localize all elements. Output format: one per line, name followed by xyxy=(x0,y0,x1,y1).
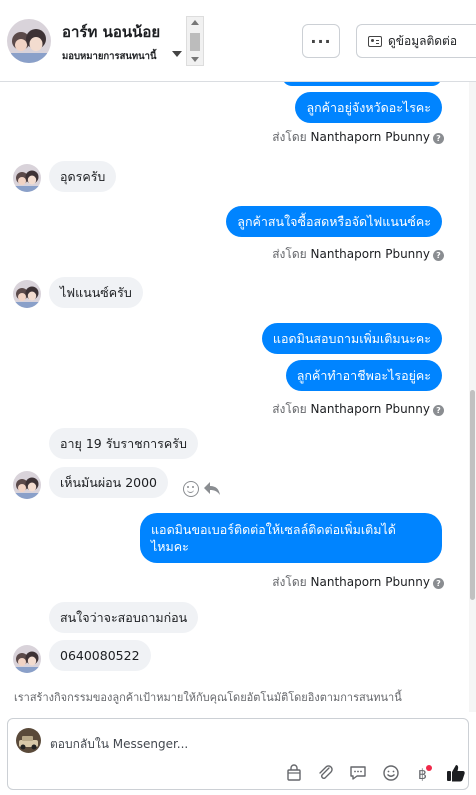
auto-activity-note: เราสร้างกิจกรรมของลูกค้าเป้าหมายให้กับคุ… xyxy=(14,691,402,704)
message-text: สนใจว่าจะสอบถามก่อน xyxy=(60,610,188,625)
message-text: ลูกค้าอยู่จังหวัดอะไรคะ xyxy=(306,100,431,115)
contact-avatar[interactable] xyxy=(7,19,51,63)
contact-avatar-small[interactable] xyxy=(13,164,41,192)
svg-text:฿: ฿ xyxy=(418,767,427,782)
conversation-header: อาร์ท นอนน้อย มอบหมายการสนทนานี้ ··· ดูข… xyxy=(0,0,476,82)
message-outgoing[interactable]: แอดมินขอเบอร์ติดต่อให้เซลล์ติดต่อเพิ่มเต… xyxy=(140,513,442,563)
help-icon[interactable]: ? xyxy=(433,405,444,416)
scroll-thumb[interactable] xyxy=(190,33,200,51)
sent-by-label: ส่งโดย Nanthaporn Pbunny? xyxy=(272,245,444,264)
message-outgoing[interactable]: ลูกค้าอยู่จังหวัดอะไรคะ xyxy=(295,92,442,123)
view-contact-label: ดูข้อมูลติดต่อ xyxy=(388,33,458,48)
view-contact-button[interactable]: ดูข้อมูลติดต่อ xyxy=(356,24,476,58)
sender-name: Nanthaporn Pbunny xyxy=(310,402,430,416)
header-scrollbar[interactable] xyxy=(186,16,204,66)
help-icon[interactable]: ? xyxy=(433,250,444,261)
message-incoming[interactable]: 0640080522 xyxy=(49,640,151,671)
more-options-button[interactable]: ··· xyxy=(302,24,340,58)
message-text: ลูกค้าสนใจซื้อสดหรือจัดไฟแนนซ์คะ xyxy=(237,214,431,229)
chat-scrollbar[interactable] xyxy=(469,82,476,712)
bag-icon[interactable] xyxy=(285,764,303,782)
chat-scroll-thumb[interactable] xyxy=(470,390,475,600)
message-incoming[interactable]: เห็นมันผ่อน 2000 xyxy=(49,467,169,498)
message-incoming[interactable]: อายุ 19 รับราชการครับ xyxy=(49,428,198,459)
scroll-down-icon[interactable] xyxy=(191,57,199,62)
message-text: อายุ 19 รับราชการครับ xyxy=(60,436,187,451)
sender-name: Nanthaporn Pbunny xyxy=(310,130,430,144)
message-text: แอดมินสอบถามเพิ่มเติมนะคะ xyxy=(272,331,431,346)
message-text: อุดรครับ xyxy=(60,169,106,184)
message-incoming[interactable]: อุดรครับ xyxy=(49,161,117,192)
message-outgoing[interactable]: ลูกค้าสนใจซื้อสดหรือจัดไฟแนนซ์คะ xyxy=(226,206,442,237)
more-icon: ··· xyxy=(310,31,332,51)
sent-by-prefix: ส่งโดย xyxy=(272,247,307,261)
contact-avatar-small[interactable] xyxy=(13,280,41,308)
message-text: 0640080522 xyxy=(60,648,140,663)
message-incoming[interactable]: ไฟแนนซ์ครับ xyxy=(49,277,143,308)
scroll-up-icon[interactable] xyxy=(191,20,199,25)
reply-icon[interactable] xyxy=(203,480,221,496)
sent-by-prefix: ส่งโดย xyxy=(272,130,307,144)
contact-card-icon xyxy=(368,35,382,47)
help-icon[interactable]: ? xyxy=(433,133,444,144)
sent-by-label: ส่งโดย Nanthaporn Pbunny? xyxy=(272,128,444,147)
sender-name: Nanthaporn Pbunny xyxy=(310,247,430,261)
message-text: เห็นมันผ่อน 2000 xyxy=(60,475,158,490)
contact-avatar-small[interactable] xyxy=(13,645,41,673)
assign-conversation[interactable]: มอบหมายการสนทนานี้ xyxy=(62,49,157,64)
reply-input[interactable]: ตอบกลับใน Messenger... xyxy=(50,735,188,754)
saved-reply-icon[interactable] xyxy=(349,764,367,782)
attach-icon[interactable] xyxy=(317,764,335,782)
sender-name: Nanthaporn Pbunny xyxy=(310,575,430,589)
contact-name[interactable]: อาร์ท นอนน้อย xyxy=(62,20,160,44)
smile-icon[interactable] xyxy=(183,481,199,497)
sent-by-prefix: ส่งโดย xyxy=(272,575,307,589)
message-text-line2: ไหมคะ xyxy=(151,539,189,554)
like-icon[interactable] xyxy=(446,763,466,783)
emoji-icon[interactable] xyxy=(382,764,400,782)
page-avatar xyxy=(16,728,41,753)
message-text-line1: แอดมินขอเบอร์ติดต่อให้เซลล์ติดต่อเพิ่มเต… xyxy=(151,522,396,537)
message-outgoing[interactable]: ลูกค้าทำอาชีพอะไรอยู่คะ xyxy=(285,360,442,391)
chevron-down-icon[interactable] xyxy=(172,51,182,57)
message-text: ไฟแนนซ์ครับ xyxy=(60,285,132,300)
message-outgoing[interactable]: แอดมินสอบถามเพิ่มเติมนะคะ xyxy=(261,323,442,354)
sent-by-label: ส่งโดย Nanthaporn Pbunny? xyxy=(272,400,444,419)
message-text: ลูกค้าทำอาชีพอะไรอยู่คะ xyxy=(296,368,431,383)
message-incoming[interactable]: สนใจว่าจะสอบถามก่อน xyxy=(49,602,199,633)
sent-by-label: ส่งโดย Nanthaporn Pbunny? xyxy=(272,573,444,592)
sent-by-prefix: ส่งโดย xyxy=(272,402,307,416)
reply-composer[interactable]: ตอบกลับใน Messenger... ฿ xyxy=(7,718,469,790)
message-thread[interactable]: ลูกค้าอยู่จังหวัดอะไรคะ ส่งโดย Nanthapor… xyxy=(0,82,476,712)
contact-avatar-small[interactable] xyxy=(13,471,41,499)
baht-icon[interactable]: ฿ xyxy=(414,764,432,782)
help-icon[interactable]: ? xyxy=(433,578,444,589)
message-bubble-partial[interactable] xyxy=(282,82,442,86)
